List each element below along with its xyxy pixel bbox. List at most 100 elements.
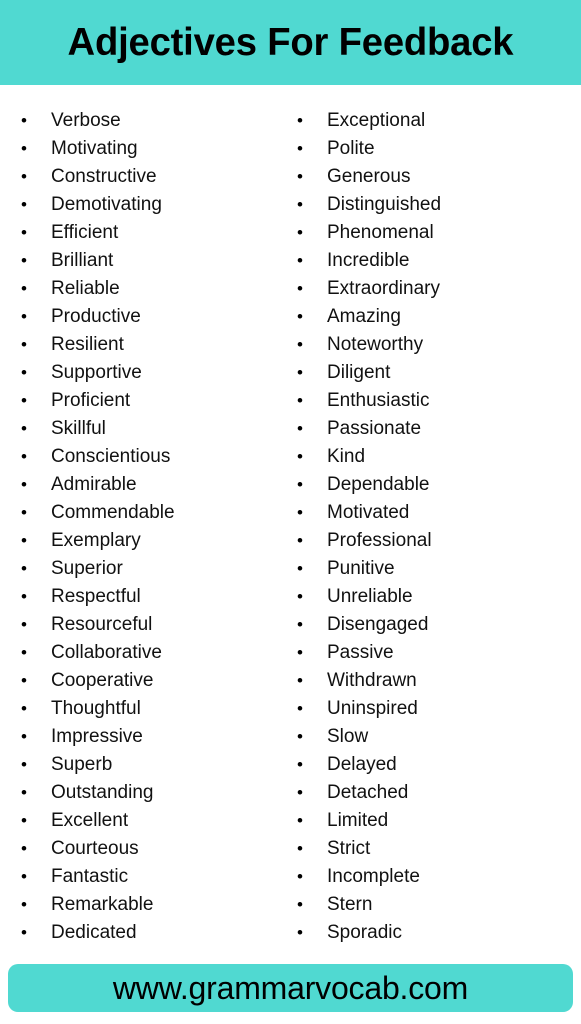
right-word-list: • Exceptional • Polite • Generous • Distinguish…: [297, 107, 581, 947]
list-item: • Demotivating: [21, 191, 288, 219]
list-item: • Admirable: [21, 471, 288, 499]
website-url: www.grammarvocab.com: [112, 970, 469, 1006]
bullet-icon: •: [297, 447, 303, 466]
list-item: • Strict: [297, 835, 581, 863]
list-item: • Impressive: [21, 723, 288, 751]
left-word: Resilient: [51, 334, 124, 355]
footer-section: www.grammarvocab.com: [0, 964, 581, 1024]
list-item: • Delayed: [297, 751, 581, 779]
poster-page: Adjectives For Feedback • Verbose • Motivat…: [0, 0, 581, 1024]
left-word: Remarkable: [51, 894, 154, 915]
list-item: • Constructive: [21, 163, 288, 191]
right-word: Distinguished: [327, 194, 442, 215]
list-item: • Exceptional: [297, 107, 581, 135]
right-word: Professional: [327, 530, 432, 551]
bullet-icon: •: [21, 503, 27, 522]
list-item: • Superb: [21, 751, 288, 779]
bullet-icon: •: [21, 615, 27, 634]
bullet-icon: •: [21, 307, 27, 326]
list-item: • Detached: [297, 779, 581, 807]
right-word: Extraordinary: [327, 278, 440, 299]
list-item: • Professional: [297, 527, 581, 555]
list-item: • Cooperative: [21, 667, 288, 695]
bullet-icon: •: [21, 419, 27, 438]
bullet-icon: •: [21, 867, 27, 886]
left-word: Dedicated: [51, 922, 137, 943]
right-word: Slow: [327, 726, 369, 747]
right-word: Punitive: [327, 558, 395, 579]
left-word: Respectful: [51, 586, 141, 607]
right-word: Limited: [327, 810, 389, 831]
left-word: Thoughtful: [51, 698, 141, 719]
list-item: • Incredible: [297, 247, 581, 275]
right-word: Disengaged: [327, 614, 429, 635]
right-word: Incomplete: [327, 866, 420, 887]
list-item: • Resilient: [21, 331, 288, 359]
list-item: • Reliable: [21, 275, 288, 303]
bullet-icon: •: [21, 727, 27, 746]
left-word: Motivating: [51, 138, 138, 159]
right-word: Passive: [327, 642, 394, 663]
bullet-icon: •: [21, 671, 27, 690]
bullet-icon: •: [297, 335, 303, 354]
bullet-icon: •: [21, 839, 27, 858]
right-word: Dependable: [327, 474, 430, 495]
list-item: • Passionate: [297, 415, 581, 443]
left-word: Exemplary: [51, 530, 141, 551]
bullet-icon: •: [297, 559, 303, 578]
list-item: • Incomplete: [297, 863, 581, 891]
list-item: • Amazing: [297, 303, 581, 331]
list-item: • Passive: [297, 639, 581, 667]
bullet-icon: •: [21, 447, 27, 466]
bullet-icon: •: [297, 587, 303, 606]
right-word: Withdrawn: [327, 670, 417, 691]
list-item: • Polite: [297, 135, 581, 163]
list-item: • Unreliable: [297, 583, 581, 611]
list-item: • Stern: [297, 891, 581, 919]
right-word: Passionate: [327, 418, 422, 439]
bullet-icon: •: [297, 139, 303, 158]
right-word: Unreliable: [327, 586, 413, 607]
right-word: Phenomenal: [327, 222, 434, 243]
bullet-icon: •: [297, 363, 303, 382]
list-item: • Respectful: [21, 583, 288, 611]
bullet-icon: •: [297, 811, 303, 830]
list-item: • Motivated: [297, 499, 581, 527]
left-word: Demotivating: [51, 194, 162, 215]
list-item: • Extraordinary: [297, 275, 581, 303]
bullet-icon: •: [21, 391, 27, 410]
list-item: • Thoughtful: [21, 695, 288, 723]
bullet-icon: •: [297, 671, 303, 690]
bullet-icon: •: [297, 895, 303, 914]
list-item: • Dedicated: [21, 919, 288, 947]
left-word: Efficient: [51, 222, 119, 243]
right-word: Kind: [327, 446, 366, 467]
bullet-icon: •: [297, 223, 303, 242]
bullet-icon: •: [297, 419, 303, 438]
bullet-icon: •: [21, 251, 27, 270]
bullet-icon: •: [297, 307, 303, 326]
bullet-icon: •: [297, 727, 303, 746]
bullet-icon: •: [21, 111, 27, 130]
left-word: Conscientious: [51, 446, 171, 467]
left-word: Proficient: [51, 390, 131, 411]
left-word: Resourceful: [51, 614, 153, 635]
bullet-icon: •: [297, 167, 303, 186]
list-item: • Collaborative: [21, 639, 288, 667]
bullet-icon: •: [297, 391, 303, 410]
list-item: • Excellent: [21, 807, 288, 835]
right-word: Generous: [327, 166, 411, 187]
list-item: • Conscientious: [21, 443, 288, 471]
list-item: • Outstanding: [21, 779, 288, 807]
list-item: • Noteworthy: [297, 331, 581, 359]
list-item: • Supportive: [21, 359, 288, 387]
bullet-icon: •: [21, 587, 27, 606]
bullet-icon: •: [297, 475, 303, 494]
bullet-icon: •: [297, 699, 303, 718]
left-word: Skillful: [51, 418, 106, 439]
list-item: • Enthusiastic: [297, 387, 581, 415]
left-word: Impressive: [51, 726, 143, 747]
right-word: Detached: [327, 782, 409, 803]
list-item: • Generous: [297, 163, 581, 191]
list-item: • Exemplary: [21, 527, 288, 555]
